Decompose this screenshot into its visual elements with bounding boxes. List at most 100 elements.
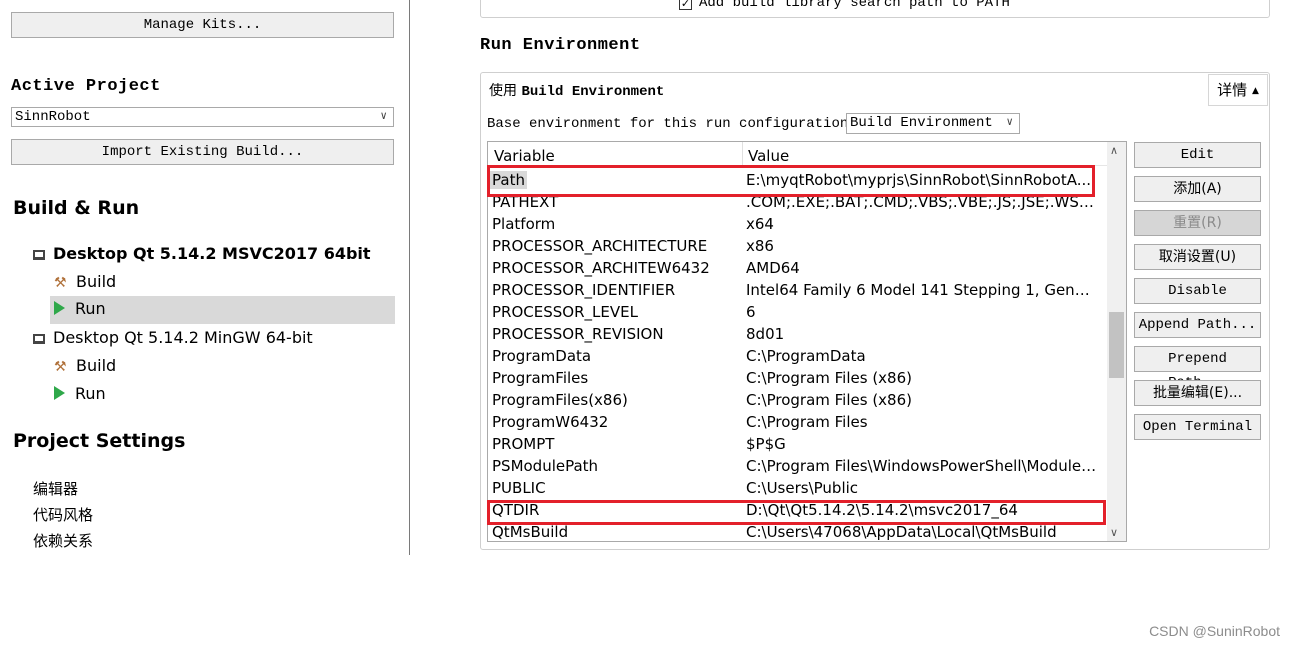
row-variable: ProgramFiles(x86)	[492, 391, 628, 409]
table-row[interactable]: PROCESSOR_LEVEL 6	[488, 302, 1108, 324]
table-row[interactable]: ProgramData C:\ProgramData	[488, 346, 1108, 368]
run-play-icon	[54, 386, 65, 400]
row-variable: ProgramW6432	[492, 413, 609, 431]
table-row[interactable]: ProgramFiles(x86) C:\Program Files (x86)	[488, 390, 1108, 412]
table-row[interactable]: ProgramW6432 C:\Program Files	[488, 412, 1108, 434]
add-button[interactable]: 添加(A)	[1134, 176, 1261, 202]
project-select-value: SinnRobot	[15, 109, 91, 125]
active-project-title: Active Project	[11, 77, 161, 96]
env-group-title-bold: Build Environment	[521, 84, 665, 100]
table-row[interactable]: PROCESSOR_IDENTIFIER Intel64 Family 6 Mod…	[488, 280, 1108, 302]
base-env-value: Build Environment	[850, 115, 993, 131]
row-value: x86	[746, 237, 774, 255]
hammer-icon: ⚒	[54, 359, 67, 375]
kit-mingw-run[interactable]: Run	[54, 381, 106, 407]
batch-edit-button[interactable]: 批量编辑(E)...	[1134, 380, 1261, 406]
manage-kits-button[interactable]: Manage Kits...	[11, 12, 394, 38]
kit-name: Desktop Qt 5.14.2 MSVC2017 64bit	[53, 244, 371, 263]
chevron-down-icon: ∨	[1006, 117, 1013, 129]
build-run-title: Build & Run	[13, 197, 140, 219]
row-value: C:\Program Files\WindowsPowerShell\Modul…	[746, 457, 1098, 475]
row-variable: Platform	[492, 215, 556, 233]
row-value: x64	[746, 215, 774, 233]
settings-item-editor[interactable]: 编辑器	[33, 478, 78, 499]
column-divider	[742, 142, 743, 166]
row-variable: ProgramData	[492, 347, 592, 365]
kit-msvc2017-build[interactable]: ⚒ Build	[54, 269, 116, 296]
table-row[interactable]: PROMPT $P$G	[488, 434, 1108, 456]
run-play-icon	[54, 301, 65, 315]
row-variable: PSModulePath	[492, 457, 599, 475]
row-variable: PUBLIC	[492, 479, 546, 497]
chevron-down-icon: ∨	[380, 111, 387, 123]
unset-button[interactable]: 取消设置(U)	[1134, 244, 1261, 270]
add-library-path-checkbox[interactable]: ✓	[679, 0, 692, 10]
row-value: C:\ProgramData	[746, 347, 866, 365]
settings-item-dependencies[interactable]: 依赖关系	[33, 530, 93, 551]
row-value: C:\Users\47068\AppData\Local\QtMsBuild	[746, 523, 1057, 541]
row-value: AMD64	[746, 259, 800, 277]
run-environment-title: Run Environment	[480, 36, 641, 55]
row-value: C:\Program Files (x86)	[746, 391, 912, 409]
row-value: 6	[746, 303, 756, 321]
row-value: C:\Program Files (x86)	[746, 369, 912, 387]
monitor-icon	[33, 250, 45, 260]
run-label: Run	[75, 384, 106, 403]
base-env-label: Base environment for this run configurat…	[487, 116, 857, 132]
row-value: Intel64 Family 6 Model 141 Stepping 1, G…	[746, 281, 1098, 299]
sidebar: Manage Kits... Active Project SinnRobot …	[0, 0, 410, 555]
row-variable: QtMsBuild	[492, 523, 569, 541]
disable-button[interactable]: Disable	[1134, 278, 1261, 304]
table-row[interactable]: PSModulePath C:\Program Files\WindowsPowe…	[488, 456, 1108, 478]
base-env-select[interactable]: Build Environment ∨	[846, 113, 1020, 134]
row-variable: ProgramFiles	[492, 369, 589, 387]
kit-mingw-build[interactable]: ⚒ Build	[54, 353, 116, 380]
table-row[interactable]: QtMsBuild C:\Users\47068\AppData\Local\Qt…	[488, 522, 1108, 541]
table-row[interactable]: PROCESSOR_REVISION 8d01	[488, 324, 1108, 346]
scrollbar-thumb[interactable]	[1109, 312, 1124, 378]
table-scrollbar[interactable]: ∧ ∨	[1107, 142, 1126, 541]
row-variable: PROCESSOR_ARCHITECTURE	[492, 237, 708, 255]
row-variable: PROCESSOR_ARCHITEW6432	[492, 259, 710, 277]
add-library-path-label: Add build library search path to PATH	[699, 0, 1010, 11]
env-group-title-prefix: 使用	[489, 83, 522, 99]
table-row[interactable]: PROCESSOR_ARCHITEW6432 AMD64	[488, 258, 1108, 280]
kit-name: Desktop Qt 5.14.2 MinGW 64-bit	[53, 328, 313, 347]
row-variable: PROCESSOR_LEVEL	[492, 303, 638, 321]
environment-table[interactable]: Variable Value Path E:\myqtRobot\myprjs\S…	[487, 141, 1127, 542]
hammer-icon: ⚒	[54, 275, 67, 291]
build-label: Build	[76, 356, 117, 375]
prepend-path-button[interactable]: Prepend Path...	[1134, 346, 1261, 391]
project-select[interactable]: SinnRobot ∨	[11, 107, 394, 127]
settings-item-code-style[interactable]: 代码风格	[33, 504, 93, 525]
table-row[interactable]: PROCESSOR_ARCHITECTURE x86	[488, 236, 1108, 258]
build-label: Build	[76, 272, 117, 291]
qtdir-row-highlight	[487, 500, 1106, 525]
column-header-value[interactable]: Value	[748, 147, 789, 165]
row-value: 8d01	[746, 325, 785, 343]
details-toggle-button[interactable]: 详情 ▲	[1208, 74, 1268, 106]
row-value: $P$G	[746, 435, 786, 453]
append-path-button[interactable]: Append Path...	[1134, 312, 1261, 338]
details-label: 详情	[1217, 81, 1248, 99]
kit-msvc2017[interactable]: Desktop Qt 5.14.2 MSVC2017 64bit	[33, 241, 371, 267]
row-variable: PROMPT	[492, 435, 555, 453]
edit-button[interactable]: Edit	[1134, 142, 1261, 168]
reset-button[interactable]: 重置(R)	[1134, 210, 1261, 236]
table-row[interactable]: ProgramFiles C:\Program Files (x86)	[488, 368, 1108, 390]
table-header: Variable Value	[488, 142, 1108, 166]
kit-mingw[interactable]: Desktop Qt 5.14.2 MinGW 64-bit	[33, 325, 313, 351]
kit-msvc2017-run[interactable]: Run	[50, 296, 395, 324]
open-terminal-button[interactable]: Open Terminal	[1134, 414, 1261, 440]
import-existing-build-button[interactable]: Import Existing Build...	[11, 139, 394, 165]
table-row[interactable]: PUBLIC C:\Users\Public	[488, 478, 1108, 500]
row-variable: PROCESSOR_REVISION	[492, 325, 664, 343]
row-variable: PROCESSOR_IDENTIFIER	[492, 281, 676, 299]
scroll-down-icon[interactable]: ∨	[1110, 526, 1118, 539]
column-header-variable[interactable]: Variable	[494, 147, 555, 165]
table-row[interactable]: Platform x64	[488, 214, 1108, 236]
run-label: Run	[75, 299, 106, 318]
row-value: C:\Program Files	[746, 413, 868, 431]
project-settings-title: Project Settings	[13, 430, 186, 452]
scroll-up-icon[interactable]: ∧	[1110, 144, 1118, 157]
